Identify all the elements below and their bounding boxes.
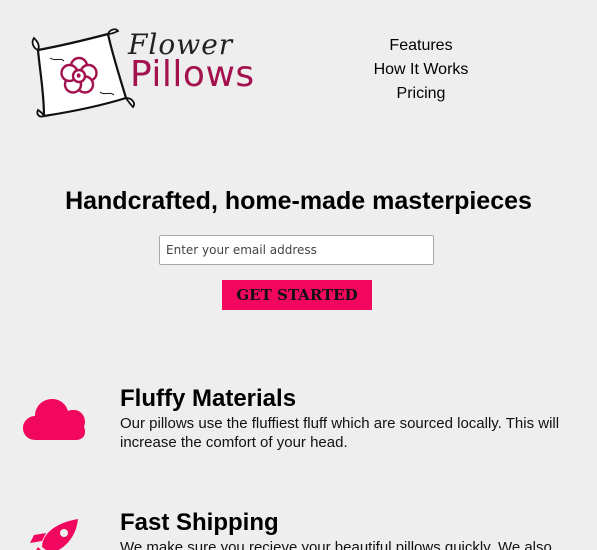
get-started-button[interactable]: GET STARTED [222, 280, 372, 310]
nav-link-how-it-works[interactable]: How It Works [352, 58, 490, 82]
feature-title: Fluffy Materials [120, 385, 297, 412]
nav-link-features[interactable]: Features [352, 34, 490, 58]
brand-word-pillows: Pillows [130, 54, 255, 95]
feature-text: Our pillows use the fluffiest fluff whic… [120, 415, 560, 451]
main-nav: Features How It Works Pricing [352, 34, 490, 106]
hero-title: Handcrafted, home-made masterpieces [65, 187, 532, 215]
header: Flower Pillows Features How It Works Pri… [0, 0, 597, 130]
hero: Handcrafted, home-made masterpieces [0, 185, 597, 217]
cloud-icon [23, 399, 85, 440]
pillow-flower-icon [31, 28, 135, 118]
nav-link-pricing[interactable]: Pricing [352, 82, 490, 106]
feature-text: We make sure you recieve your beautiful … [120, 539, 552, 550]
rocket-icon [30, 519, 78, 550]
brand-logo[interactable]: Flower Pillows [30, 28, 255, 120]
feature-title: Fast Shipping [120, 509, 279, 536]
email-input[interactable] [159, 235, 434, 265]
